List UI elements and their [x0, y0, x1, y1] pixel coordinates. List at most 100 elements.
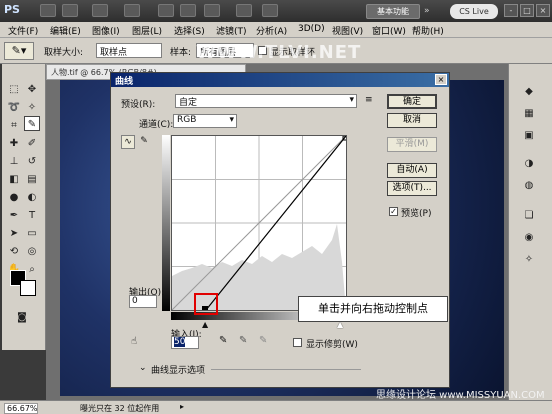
- auto-button[interactable]: 自动(A): [387, 163, 437, 178]
- rotate-view-icon[interactable]: [204, 4, 220, 17]
- options-button[interactable]: 选项(T)...: [387, 181, 437, 196]
- maximize-button[interactable]: □: [520, 4, 534, 17]
- status-menu-icon[interactable]: ▸: [180, 402, 184, 411]
- color-panel-icon[interactable]: ◆: [521, 84, 537, 99]
- display-options-label[interactable]: 曲线显示选项: [151, 363, 205, 376]
- panel-dock: ◆ ▦ ▣ ◑ ◍ ❏ ◉ ✧: [508, 64, 552, 400]
- ok-button[interactable]: 确定: [387, 94, 437, 109]
- screen-mode-icon[interactable]: [262, 4, 278, 17]
- preset-options-icon[interactable]: ≡: [365, 95, 373, 105]
- adjustments-panel-icon[interactable]: ◑: [521, 156, 537, 171]
- curves-dialog: 曲线 × 预设(R): 自定 ▾ ≡ 通道(C): RGB ▾ ∿ ✎ ▲ ▲ …: [110, 72, 450, 388]
- marquee-tool-icon[interactable]: ⬚: [6, 82, 22, 97]
- move-tool-icon[interactable]: ✥: [24, 82, 40, 97]
- type-tool-icon[interactable]: T: [24, 208, 40, 223]
- arrange-documents-icon[interactable]: [236, 4, 252, 17]
- menu-view[interactable]: 视图(V): [332, 24, 363, 37]
- curve-svg: [171, 135, 348, 312]
- menu-3d[interactable]: 3D(D): [298, 24, 325, 34]
- curve-graph[interactable]: [171, 135, 348, 312]
- eraser-tool-icon[interactable]: ◧: [6, 172, 22, 187]
- hand-tool-icon[interactable]: [158, 4, 174, 17]
- path-select-tool-icon[interactable]: ➤: [6, 226, 22, 241]
- menu-help[interactable]: 帮助(H): [412, 24, 444, 37]
- quick-mask-icon[interactable]: ◙: [14, 310, 30, 325]
- output-field[interactable]: 0: [129, 295, 157, 308]
- brush-tool-icon[interactable]: ✐: [24, 136, 40, 151]
- dodge-tool-icon[interactable]: ◐: [24, 190, 40, 205]
- background-color-swatch[interactable]: [20, 280, 36, 296]
- view-extras-icon[interactable]: [92, 4, 108, 17]
- quick-select-tool-icon[interactable]: ✧: [24, 100, 40, 115]
- paths-panel-icon[interactable]: ✧: [521, 252, 537, 267]
- show-clipping-checkbox[interactable]: [293, 338, 302, 347]
- options-divider: [211, 369, 361, 370]
- swatches-panel-icon[interactable]: ▦: [521, 106, 537, 121]
- sample-size-select[interactable]: 取样点: [96, 43, 162, 58]
- chevron-down-icon: ▾: [229, 115, 234, 125]
- channel-value: RGB: [177, 115, 197, 125]
- pen-tool-icon[interactable]: ✒: [6, 208, 22, 223]
- tools-panel: ⬚ ✥ ➰ ✧ ⌗ ✎ ✚ ✐ ⊥ ↺ ◧ ▤ ● ◐ ✒ T ➤ ▭ ⟲ ◎ …: [2, 64, 46, 350]
- menu-image[interactable]: 图像(I): [92, 24, 120, 37]
- crop-tool-icon[interactable]: ⌗: [6, 118, 22, 133]
- eyedropper-preset-icon[interactable]: ✎▾: [4, 42, 34, 60]
- smooth-button[interactable]: 平滑(M): [387, 137, 437, 152]
- sample-size-value: 取样点: [100, 48, 128, 58]
- eyedropper-tool-icon[interactable]: ✎: [24, 116, 40, 131]
- mini-bridge-icon[interactable]: [62, 4, 78, 17]
- menu-layer[interactable]: 图层(L): [132, 24, 162, 37]
- gray-eyedropper-icon[interactable]: ✎: [239, 335, 247, 346]
- pencil-draw-icon[interactable]: ✎: [137, 135, 151, 149]
- preset-label: 预设(R):: [121, 100, 156, 110]
- zoom-tool-icon[interactable]: [180, 4, 196, 17]
- menu-window[interactable]: 窗口(W): [372, 24, 406, 37]
- channel-select[interactable]: RGB ▾: [173, 114, 237, 128]
- sample-label: 样本:: [170, 48, 192, 58]
- clone-stamp-tool-icon[interactable]: ⊥: [6, 154, 22, 169]
- expand-options-icon[interactable]: ⌄: [139, 363, 147, 373]
- lasso-tool-icon[interactable]: ➰: [6, 100, 22, 115]
- history-brush-tool-icon[interactable]: ↺: [24, 154, 40, 169]
- blur-tool-icon[interactable]: ●: [6, 190, 22, 205]
- sample-size-label: 取样大小:: [44, 48, 84, 58]
- channels-panel-icon[interactable]: ◉: [521, 230, 537, 245]
- healing-brush-tool-icon[interactable]: ✚: [6, 136, 22, 151]
- menu-file[interactable]: 文件(F): [8, 24, 38, 37]
- zoom-level-icon[interactable]: [124, 4, 140, 17]
- layers-panel-icon[interactable]: ❏: [521, 208, 537, 223]
- input-value: 50: [174, 337, 186, 347]
- masks-panel-icon[interactable]: ◍: [521, 178, 537, 193]
- tutorial-callout: 单击并向右拖动控制点: [298, 296, 448, 322]
- preview-checkbox[interactable]: ✓: [389, 207, 398, 216]
- title-bar: PS 基本功能 » CS Live - □ ×: [0, 0, 552, 22]
- double-chevron-icon[interactable]: »: [424, 6, 430, 16]
- styles-panel-icon[interactable]: ▣: [521, 128, 537, 143]
- gradient-tool-icon[interactable]: ▤: [24, 172, 40, 187]
- close-button[interactable]: ×: [536, 4, 550, 17]
- 3d-orbit-tool-icon[interactable]: ◎: [24, 244, 40, 259]
- status-message: 曝光只在 32 位起作用: [80, 404, 160, 413]
- target-adjust-icon[interactable]: ☝: [131, 336, 137, 347]
- menu-filter[interactable]: 滤镜(T): [216, 24, 247, 37]
- menu-analysis[interactable]: 分析(A): [256, 24, 287, 37]
- cs-live-button[interactable]: CS Live: [450, 4, 498, 19]
- 3d-rotate-tool-icon[interactable]: ⟲: [6, 244, 22, 259]
- cancel-button[interactable]: 取消: [387, 113, 437, 128]
- zoom-readout[interactable]: 66.67%: [4, 403, 38, 414]
- preset-select[interactable]: 自定 ▾: [175, 94, 357, 108]
- site-watermark: 思缘设计论坛 www.MISSYUAN.COM: [376, 390, 545, 401]
- zoom-tool-icon[interactable]: ⌕: [24, 262, 40, 277]
- minimize-button[interactable]: -: [504, 4, 518, 17]
- shape-tool-icon[interactable]: ▭: [24, 226, 40, 241]
- menu-select[interactable]: 选择(S): [174, 24, 205, 37]
- workspace-essentials-button[interactable]: 基本功能: [366, 4, 420, 19]
- menu-edit[interactable]: 编辑(E): [50, 24, 81, 37]
- bridge-icon[interactable]: [40, 4, 56, 17]
- white-eyedropper-icon[interactable]: ✎: [259, 335, 267, 346]
- input-field[interactable]: 50: [171, 336, 199, 349]
- black-point-slider-icon[interactable]: ▲: [202, 320, 208, 329]
- black-eyedropper-icon[interactable]: ✎: [219, 335, 227, 346]
- dialog-close-icon[interactable]: ×: [435, 74, 447, 85]
- curve-edit-icon[interactable]: ∿: [121, 135, 135, 149]
